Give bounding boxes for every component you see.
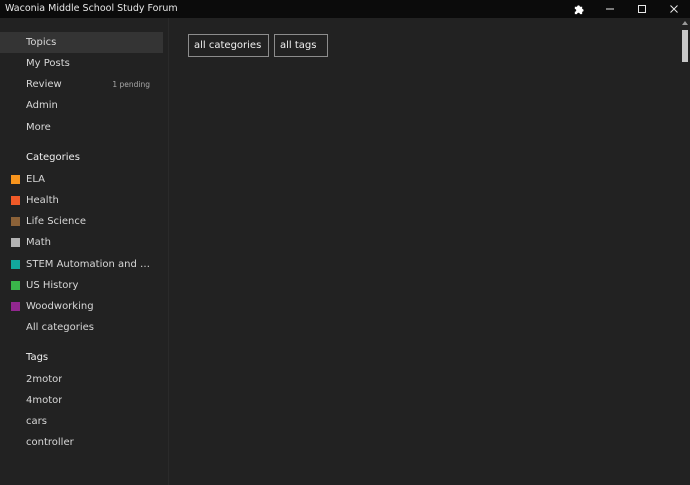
tag-item-4motor[interactable]: 4motor bbox=[0, 390, 163, 411]
category-label: Life Science bbox=[26, 216, 86, 227]
main-content: all categories all tags bbox=[170, 18, 680, 485]
scroll-up-arrow-icon[interactable] bbox=[682, 21, 688, 25]
tag-label: controller bbox=[26, 437, 74, 448]
tag-filter-label: all tags bbox=[280, 40, 317, 51]
categories-heading[interactable]: Categories bbox=[26, 152, 80, 163]
category-item-math[interactable]: Math bbox=[0, 232, 163, 253]
all-categories-link[interactable]: All categories bbox=[0, 317, 163, 338]
category-label: ELA bbox=[26, 174, 45, 185]
category-color-swatch bbox=[11, 281, 20, 290]
window-controls bbox=[562, 0, 690, 18]
category-item-health[interactable]: Health bbox=[0, 190, 163, 211]
category-item-stem[interactable]: STEM Automation and Robotics bbox=[0, 254, 163, 275]
tag-item-cars[interactable]: cars bbox=[0, 411, 163, 432]
sidebar-item-my-posts[interactable]: My Posts bbox=[0, 53, 163, 74]
category-filter-dropdown[interactable]: all categories bbox=[188, 34, 269, 57]
category-item-us-history[interactable]: US History bbox=[0, 275, 163, 296]
sidebar-item-label: Admin bbox=[26, 100, 58, 111]
sidebar-item-label: Topics bbox=[26, 37, 57, 48]
category-color-swatch bbox=[11, 175, 20, 184]
category-item-ela[interactable]: ELA bbox=[0, 169, 163, 190]
sidebar-item-more[interactable]: More bbox=[0, 117, 163, 138]
category-label: Health bbox=[26, 195, 59, 206]
sidebar-item-label: More bbox=[26, 122, 51, 133]
maximize-icon[interactable] bbox=[626, 0, 658, 18]
sidebar-item-review[interactable]: Review 1 pending bbox=[0, 74, 163, 95]
sidebar-item-admin[interactable]: Admin bbox=[0, 95, 163, 116]
close-icon[interactable] bbox=[658, 0, 690, 18]
tag-label: cars bbox=[26, 416, 47, 427]
category-label: US History bbox=[26, 280, 79, 291]
category-label: All categories bbox=[26, 322, 94, 333]
sidebar-item-topics[interactable]: Topics bbox=[0, 32, 163, 53]
scrollbar-thumb[interactable] bbox=[682, 30, 688, 62]
category-color-swatch bbox=[11, 302, 20, 311]
category-label: Math bbox=[26, 237, 52, 248]
category-label: STEM Automation and Robotics bbox=[26, 259, 152, 270]
tag-label: 2motor bbox=[26, 374, 63, 385]
category-filter-label: all categories bbox=[194, 40, 262, 51]
tag-label: 4motor bbox=[26, 395, 63, 406]
tag-filter-dropdown[interactable]: all tags bbox=[274, 34, 328, 57]
sidebar-item-label: My Posts bbox=[26, 58, 70, 69]
tag-item-controller[interactable]: controller bbox=[0, 432, 163, 453]
category-color-swatch bbox=[11, 196, 20, 205]
category-color-swatch bbox=[11, 238, 20, 247]
category-color-swatch bbox=[11, 260, 20, 269]
window-title: Waconia Middle School Study Forum bbox=[5, 3, 178, 14]
tag-item-2motor[interactable]: 2motor bbox=[0, 369, 163, 390]
tags-heading[interactable]: Tags bbox=[26, 352, 48, 363]
vertical-scrollbar[interactable] bbox=[680, 18, 690, 485]
category-item-woodworking[interactable]: Woodworking bbox=[0, 296, 163, 317]
sidebar: Topics My Posts Review 1 pending Admin M… bbox=[0, 18, 169, 485]
minimize-icon[interactable] bbox=[594, 0, 626, 18]
category-item-life-science[interactable]: Life Science bbox=[0, 211, 163, 232]
sidebar-item-label: Review bbox=[26, 79, 62, 90]
category-label: Woodworking bbox=[26, 301, 94, 312]
category-color-swatch bbox=[11, 217, 20, 226]
review-pending-badge: 1 pending bbox=[112, 80, 150, 89]
extensions-puzzle-icon[interactable] bbox=[562, 0, 594, 18]
window-titlebar: Waconia Middle School Study Forum bbox=[0, 0, 690, 18]
